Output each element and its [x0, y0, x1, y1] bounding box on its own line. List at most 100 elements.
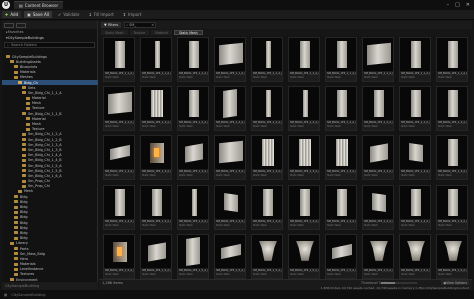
panel-toggle-2[interactable] — [16, 22, 26, 28]
asset-tile[interactable]: SM_BLDG_CHI_1_2_A_Geometry5Static Mesh — [288, 86, 320, 132]
save-label: Save All — [32, 12, 49, 17]
asset-tile[interactable]: SM_BLDG_CHI_1_5_A_Geometry3Static Mesh — [214, 233, 246, 279]
asset-tile[interactable]: SM_BLDG_CHI_1_4_A_Geometry3Static Mesh — [214, 184, 246, 230]
asset-type: Static Mesh — [290, 272, 304, 276]
asset-thumbnail — [252, 234, 282, 268]
asset-tile[interactable]: SM_BLDG_CHI_1_5_A_Geometry8Static Mesh — [399, 233, 431, 279]
asset-tile[interactable]: SM_BLDG_CHI_1_3_A_Geometry3Static Mesh — [214, 135, 246, 181]
asset-tile[interactable]: SM_BLDG_CHI_1_2_A_Geometry8Static Mesh — [399, 86, 431, 132]
validate-button[interactable]: ✓ Validate — [55, 11, 82, 18]
asset-thumbnail — [215, 136, 245, 170]
static-mesh-preview — [337, 41, 347, 68]
content-browser-tab[interactable]: ▤ Content Browser — [14, 1, 64, 9]
asset-tile[interactable]: SM_BLDG_CHI_1_4_A_Geometry6Static Mesh — [325, 184, 357, 230]
asset-tile[interactable]: SM_BLDG_CHI_1_3_A_Geometry6Static Mesh — [325, 135, 357, 181]
filter-bar: ▼ Filters ⌕ SM_ ✕ — [99, 21, 472, 29]
filter-chip[interactable]: Static Mesh — [101, 30, 128, 35]
filter-chip[interactable]: Texture — [129, 30, 150, 35]
asset-tile[interactable]: SM_BLDG_CHI_1_3_A_Geometry8Static Mesh — [399, 135, 431, 181]
asset-tile[interactable]: SM_BLDG_CHI_1_4_A_Geometry8Static Mesh — [399, 184, 431, 230]
static-mesh-preview — [370, 240, 388, 261]
folder-icon — [14, 221, 18, 225]
asset-tile[interactable]: SM_BLDG_CHI_1_1_A_ColumnStatic Mesh — [140, 37, 172, 82]
asset-type: Static Mesh — [327, 76, 341, 79]
asset-tile[interactable]: SM_BLDG_CHI_1_4_A_Geometry1Static Mesh — [140, 184, 172, 230]
asset-tile[interactable]: SM_BLDG_CHI_1_5_A_Geometry2Static Mesh — [177, 233, 209, 279]
asset-tile[interactable]: SM_BLDG_CHI_1_2_A_GeometryStatic Mesh — [103, 86, 135, 132]
asset-search-input[interactable]: ⌕ SM_ ✕ — [124, 22, 157, 28]
asset-tile[interactable]: SM_BLDG_CHI_1_3_A_Geometry9Static Mesh — [436, 135, 468, 181]
asset-tile[interactable]: SM_BLDG_CHI_1_3_A_Geometry5Static Mesh — [288, 135, 320, 181]
filter-chips: Static Mesh Texture Material Static Mesh — [99, 29, 472, 36]
asset-tile[interactable]: SM_BLDG_CHI_1_4_A_Geometry9Static Mesh — [436, 184, 468, 230]
tree-item-label: Material — [32, 116, 46, 121]
import-button[interactable]: ↥ Import — [120, 11, 145, 18]
view-options-button[interactable]: ◉ View Options — [441, 280, 469, 285]
tree-item-label: Textures — [20, 272, 35, 277]
items-count: 1,286 items — [102, 281, 123, 285]
asset-tile[interactable]: SM_BLDG_CHI_1_1_A_CorniceStatic Mesh — [251, 37, 283, 82]
asset-tile[interactable]: SM_BLDG_CHI_1_3_A_Geometry1Static Mesh — [140, 135, 172, 181]
asset-tile[interactable]: SM_BLDG_CHI_1_1_A_CornerbaseStatic Mesh — [103, 37, 135, 82]
save-all-button[interactable]: ▣ Save All — [24, 11, 52, 18]
static-mesh-preview — [189, 41, 199, 68]
folder-search-input[interactable]: ⌕ Search Folders — [4, 42, 95, 48]
asset-type: Static Mesh — [105, 272, 119, 276]
asset-tile[interactable]: SM_BLDG_CHI_1_2_A_Geometry6Static Mesh — [325, 86, 357, 132]
project-section[interactable]: ▾ CitySampleBuildings — [2, 35, 97, 41]
asset-tile[interactable]: SM_BLDG_CHI_1_3_A_GeometryStatic Mesh — [103, 135, 135, 181]
asset-tile[interactable]: SM_BLDG_CHI_1_2_A_Geometry3Static Mesh — [214, 86, 246, 132]
asset-tile[interactable]: SM_BLDG_CHI_1_2_A_Geometry4Static Mesh — [251, 86, 283, 132]
asset-tile[interactable]: SM_BLDG_CHI_1_2_A_Geometry1Static Mesh — [140, 86, 172, 132]
filter-chip[interactable]: Material — [151, 30, 173, 35]
asset-tile[interactable]: SM_BLDG_CHI_1_2_A_Geometry2Static Mesh — [177, 86, 209, 132]
asset-tile[interactable]: SM_BLDG_CHI_1_5_A_GeometryStatic Mesh — [103, 233, 135, 279]
asset-tile[interactable]: SM_BLDG_CHI_1_1_A_LedgeStatic Mesh — [436, 37, 468, 82]
asset-tile[interactable]: SM_BLDG_CHI_1_1_A_Cornice01Static Mesh — [288, 37, 320, 82]
fill-import-button[interactable]: ↧ Fill Import — [85, 11, 116, 18]
asset-tile[interactable]: SM_BLDG_CHI_1_5_A_Geometry9Static Mesh — [436, 233, 468, 279]
static-mesh-preview — [262, 139, 274, 167]
asset-tile[interactable]: SM_BLDG_CHI_1_5_A_Geometry5Static Mesh — [288, 233, 320, 279]
close-icon[interactable]: ✕ — [466, 2, 470, 8]
asset-tile[interactable]: SM_BLDG_CHI_1_5_A_Geometry1Static Mesh — [140, 233, 172, 279]
add-button[interactable]: ✚ Add — [2, 11, 22, 18]
asset-tile[interactable]: SM_BLDG_CHI_1_1_A_FrameStatic Mesh — [325, 37, 357, 82]
asset-tile[interactable]: SM_BLDG_CHI_1_4_A_Geometry4Static Mesh — [251, 184, 283, 230]
asset-tile[interactable]: SM_BLDG_CHI_1_5_A_Geometry4Static Mesh — [251, 233, 283, 279]
static-mesh-preview — [224, 192, 238, 212]
folder-icon — [22, 86, 26, 90]
asset-thumbnail — [363, 185, 393, 219]
minimize-icon[interactable]: – — [447, 2, 450, 8]
asset-tile[interactable]: SM_BLDG_CHI_1_4_A_Geometry5Static Mesh — [288, 184, 320, 230]
asset-thumbnail — [289, 185, 319, 219]
asset-tile[interactable]: SM_BLDG_CHI_1_4_A_Geometry7Static Mesh — [362, 184, 394, 230]
asset-tile[interactable]: SM_BLDG_CHI_1_3_A_Geometry7Static Mesh — [362, 135, 394, 181]
asset-tile[interactable]: SM_BLDG_CHI_1_1_A_Frame02Static Mesh — [399, 37, 431, 82]
thumbnail-scale-slider[interactable] — [381, 282, 417, 284]
content-drawer-icon[interactable]: ▦ — [4, 293, 7, 297]
maximize-icon[interactable]: □ — [455, 2, 460, 8]
asset-tile[interactable]: SM_BLDG_CHI_1_5_A_Geometry6Static Mesh — [325, 233, 357, 279]
asset-tile[interactable]: SM_BLDG_CHI_1_1_A_Column01Static Mesh — [177, 37, 209, 82]
asset-tile[interactable]: SM_BLDG_CHI_1_2_A_Geometry9Static Mesh — [436, 86, 468, 132]
filters-button[interactable]: ▼ Filters — [101, 22, 122, 28]
folder-icon — [22, 174, 26, 178]
asset-tile[interactable]: SM_BLDG_CHI_1_5_A_Geometry7Static Mesh — [362, 233, 394, 279]
asset-tile[interactable]: SM_BLDG_CHI_1_4_A_GeometryStatic Mesh — [103, 184, 135, 230]
folder-icon — [26, 117, 30, 121]
asset-tile[interactable]: SM_BLDG_CHI_1_1_A_Column02Static Mesh — [214, 37, 246, 82]
asset-tile[interactable]: SM_BLDG_CHI_1_1_A_Frame01Static Mesh — [362, 37, 394, 82]
title-bar: U ▤ Content Browser – □ ✕ — [0, 0, 474, 10]
static-mesh-preview — [448, 188, 458, 216]
asset-tile[interactable]: SM_BLDG_CHI_1_3_A_Geometry2Static Mesh — [177, 135, 209, 181]
asset-tile[interactable]: SM_BLDG_CHI_1_4_A_Geometry2Static Mesh — [177, 184, 209, 230]
clear-search-icon[interactable]: ✕ — [151, 23, 154, 27]
asset-tile[interactable]: SM_BLDG_CHI_1_3_A_Geometry4Static Mesh — [251, 135, 283, 181]
asset-type: Static Mesh — [364, 223, 378, 227]
asset-thumbnail — [252, 87, 282, 121]
panel-toggle[interactable] — [4, 22, 14, 28]
filter-chip[interactable]: Static Mesh — [174, 30, 203, 35]
static-mesh-preview — [409, 143, 423, 163]
asset-tile[interactable]: SM_BLDG_CHI_1_2_A_Geometry7Static Mesh — [362, 86, 394, 132]
